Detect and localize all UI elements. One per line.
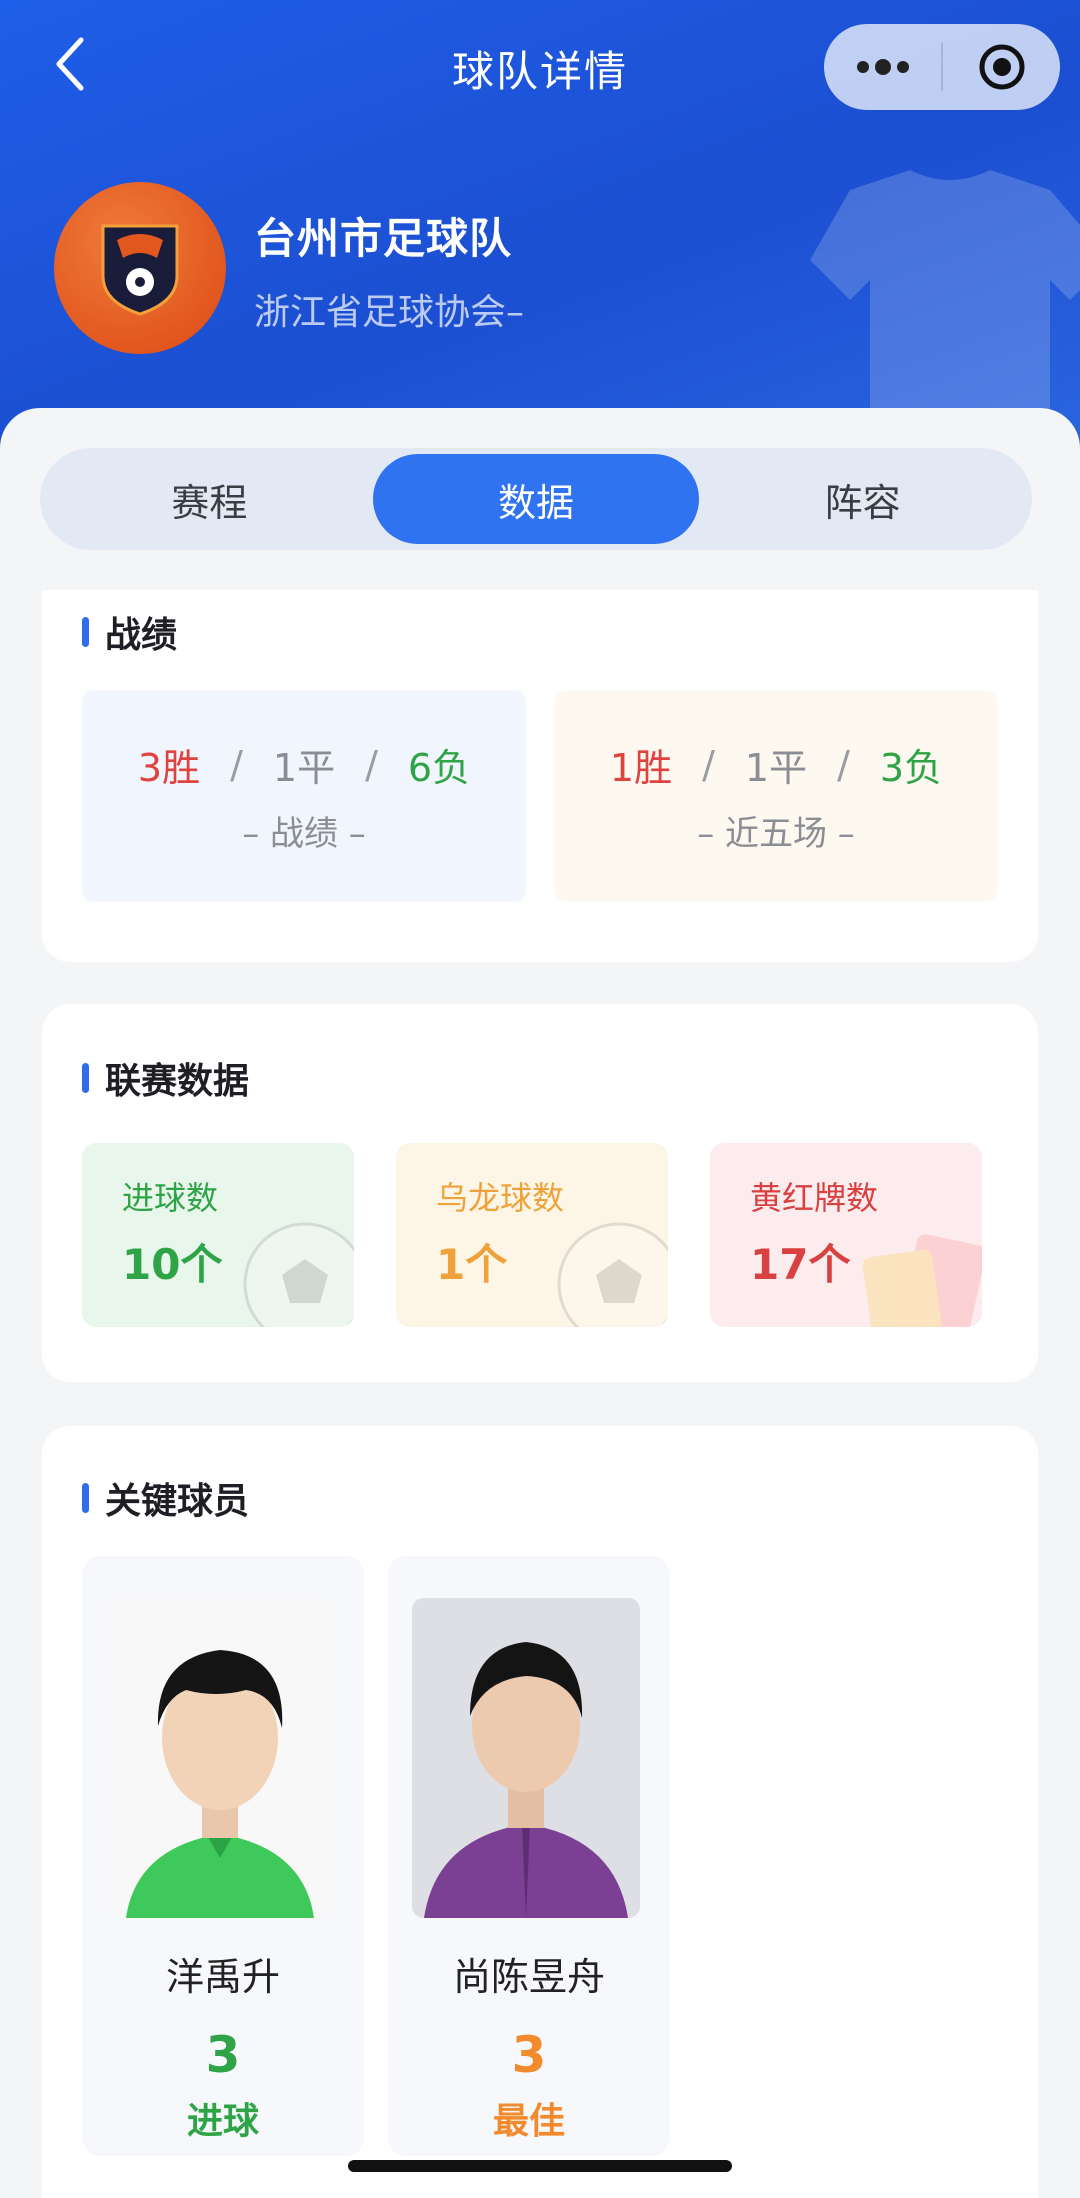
more-dots-icon (856, 59, 909, 75)
team-header: 球队详情 台州市足球队 浙江省足球协会– (0, 0, 1080, 470)
league-title-text: 联赛数据 (105, 1061, 250, 1102)
goals-value: 10个 (122, 1240, 223, 1289)
tab-roster[interactable]: 阵容 (699, 454, 1026, 544)
team-logo (54, 182, 226, 354)
player-name: 尚陈昱舟 (452, 1955, 605, 1999)
overall-record-box: 3胜 / 1平 / 6负 – 战绩 – (82, 690, 526, 902)
team-name: 台州市足球队 (254, 214, 513, 263)
goals-label: 进球数 (122, 1179, 219, 1217)
cards-value: 17个 (750, 1240, 851, 1289)
recent-record-line: 1胜 / 1平 / 3负 (610, 737, 942, 792)
close-miniprogram-button[interactable] (943, 24, 1060, 110)
section-accent-bar (82, 1483, 89, 1513)
tab-bar: 赛程 数据 阵容 (40, 448, 1032, 550)
cards-stat-box: 黄红牌数 17个 (710, 1143, 982, 1327)
tab-schedule[interactable]: 赛程 (46, 454, 373, 544)
player-avatar-icon (412, 1598, 640, 1918)
player-stat-label: 进球 (186, 2101, 259, 2142)
overall-wins: 3胜 (137, 746, 201, 790)
player-stat-number: 3 (511, 2026, 547, 2084)
recent-wins: 1胜 (609, 746, 673, 790)
player-stat-label: 最佳 (492, 2101, 565, 2142)
league-section-title: 联赛数据 (82, 1052, 249, 1104)
player-avatar-icon (106, 1598, 334, 1918)
record-title-text: 战绩 (105, 615, 178, 656)
recent-record-caption: – 近五场 – (697, 814, 855, 854)
target-icon (979, 44, 1024, 90)
separator: / (702, 742, 715, 787)
soccer-ball-icon (557, 1222, 668, 1327)
player-name: 洋禹升 (165, 1955, 280, 1999)
league-data-card: 联赛数据 进球数 10个 乌龙球数 1个 黄红牌数 17个 (42, 1004, 1038, 1382)
own-goals-stat-box: 乌龙球数 1个 (396, 1143, 668, 1327)
player-card[interactable]: 尚陈昱舟 3 最佳 (388, 1556, 670, 2156)
penalty-cards-icon (862, 1234, 982, 1327)
section-accent-bar (82, 617, 89, 647)
recent-losses: 3负 (879, 746, 943, 790)
overall-record-caption: – 战绩 – (242, 814, 366, 854)
player-card[interactable]: 洋禹升 3 进球 (82, 1556, 364, 2156)
tab-data[interactable]: 数据 (372, 454, 700, 544)
record-card: 战绩 3胜 / 1平 / 6负 – 战绩 – 1胜 / 1平 / 3负 – 近五… (42, 590, 1038, 962)
soccer-ball-icon (243, 1222, 354, 1327)
section-accent-bar (82, 1063, 89, 1093)
key-players-card: 关键球员 洋禹升 3 进球 尚陈昱舟 3 最佳 (42, 1426, 1038, 2198)
player-photo (412, 1598, 640, 1918)
overall-record-line: 3胜 / 1平 / 6负 (138, 737, 470, 792)
overall-losses: 6负 (407, 746, 471, 790)
goals-stat-box: 进球数 10个 (82, 1143, 354, 1327)
own-goals-value: 1个 (436, 1240, 508, 1289)
jersey-decoration-icon (810, 170, 1080, 450)
more-button[interactable] (824, 24, 941, 110)
key-players-title-text: 关键球员 (105, 1481, 250, 1522)
separator: / (837, 742, 850, 787)
cards-label: 黄红牌数 (750, 1179, 879, 1217)
own-goals-label: 乌龙球数 (436, 1179, 565, 1217)
player-photo (106, 1598, 334, 1918)
player-stat-number: 3 (205, 2026, 241, 2084)
team-crest-icon (101, 224, 179, 316)
record-section-title: 战绩 (82, 606, 177, 658)
recent-record-box: 1胜 / 1平 / 3负 – 近五场 – (554, 690, 998, 902)
team-association: 浙江省足球协会– (254, 292, 525, 333)
key-players-section-title: 关键球员 (82, 1472, 249, 1524)
separator: / (365, 742, 378, 787)
overall-draws: 1平 (272, 746, 336, 790)
home-indicator[interactable] (348, 2160, 732, 2172)
separator: / (230, 742, 243, 787)
mini-program-capsule (824, 24, 1060, 110)
recent-draws: 1平 (744, 746, 808, 790)
